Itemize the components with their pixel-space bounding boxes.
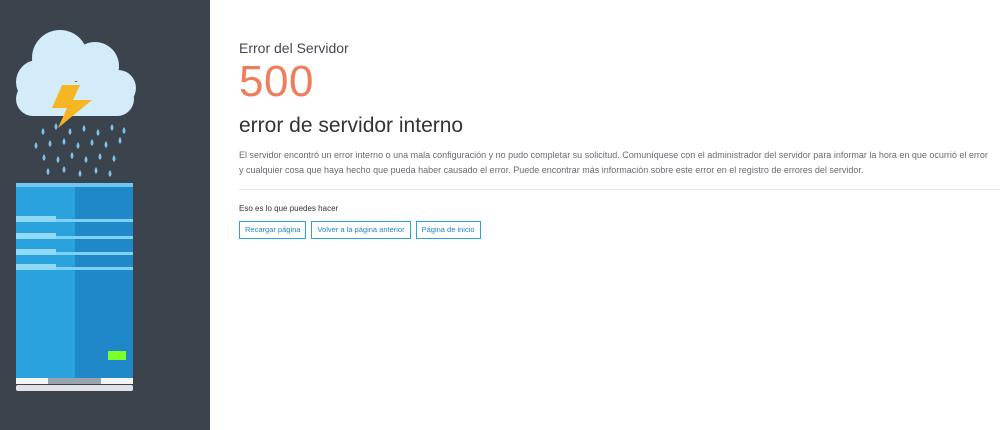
error-content: Error del Servidor 500 error de servidor…: [239, 40, 1000, 239]
status-led-icon: [108, 351, 126, 360]
rain-drop: [96, 129, 100, 136]
server-icon: [16, 183, 133, 391]
rain-drop: [34, 142, 38, 149]
rain-drop: [112, 155, 116, 162]
divider: [239, 189, 1000, 190]
go-back-button[interactable]: Volver a la página anterior: [311, 221, 411, 239]
rain-drop: [110, 124, 114, 131]
rain-drop: [42, 154, 46, 161]
rain-drop: [48, 140, 52, 147]
rain-drop: [118, 137, 122, 144]
rain-drop: [62, 166, 66, 173]
home-page-button[interactable]: Página de inicio: [415, 221, 481, 239]
error-code: 500: [239, 57, 314, 106]
rain-drop: [94, 167, 98, 174]
rain-drop: [98, 153, 102, 160]
error-headline: error de servidor interno: [239, 114, 464, 137]
actions-title: Eso es lo que puedes hacer: [239, 204, 339, 213]
rain-drop: [104, 141, 108, 148]
error-eyebrow: Error del Servidor: [239, 40, 349, 56]
rain-drop: [82, 125, 86, 132]
rain-icon: [34, 123, 126, 177]
rain-drop: [70, 152, 74, 159]
rain-drop: [62, 138, 66, 145]
rain-drop: [46, 168, 50, 175]
rain-drop: [76, 142, 80, 149]
error-description: El servidor encontró un error interno o …: [239, 150, 988, 175]
rain-drop: [90, 139, 94, 146]
rain-drop: [56, 156, 60, 163]
rain-drop: [108, 170, 112, 177]
rain-drop: [54, 123, 58, 130]
rain-drop: [41, 128, 45, 135]
error-illustration: [16, 30, 136, 391]
rain-drop: [122, 127, 126, 134]
rain-drop: [78, 170, 82, 177]
reload-page-button[interactable]: Recargar página: [239, 221, 307, 239]
illustration-panel: [0, 0, 210, 430]
rain-drop: [84, 156, 88, 163]
action-buttons: Recargar página Volver a la página anter…: [239, 221, 1000, 239]
rain-drop: [68, 128, 72, 135]
